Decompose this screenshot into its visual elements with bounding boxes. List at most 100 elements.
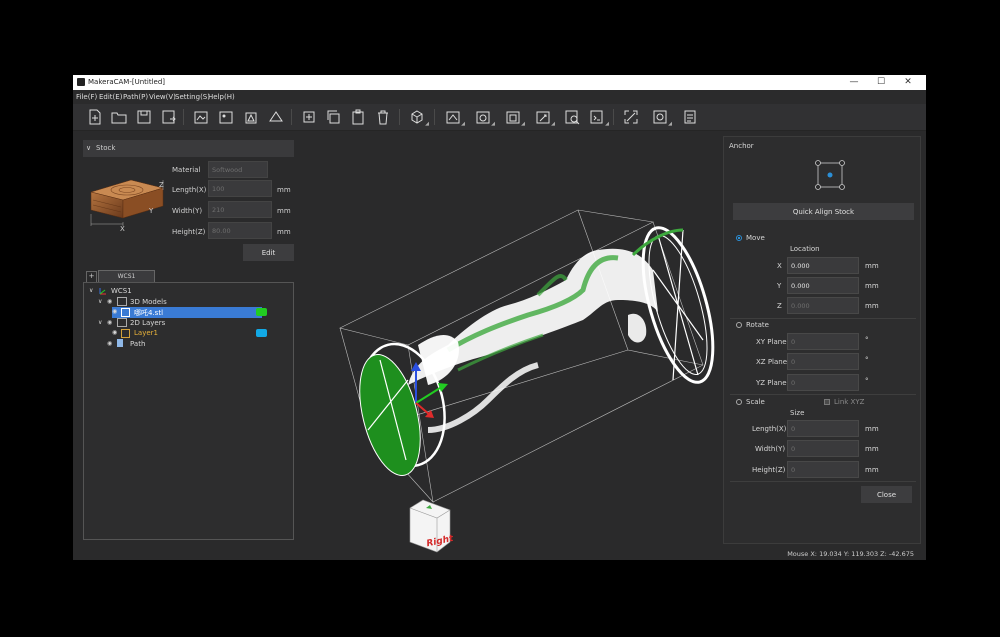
anchor-selector-icon[interactable] (814, 159, 846, 191)
tree-item-label: 3D Models (130, 298, 167, 306)
toolbar-separator (613, 109, 614, 125)
menu-setting[interactable]: Setting(S) (175, 93, 210, 101)
eye-icon[interactable]: ◉ (107, 319, 112, 326)
maximize-button[interactable]: ☐ (870, 76, 892, 89)
paste-icon[interactable] (350, 109, 366, 125)
open-folder-icon[interactable] (111, 109, 127, 125)
rotate-radio[interactable] (736, 322, 742, 328)
save-as-icon[interactable] (161, 109, 177, 125)
close-button[interactable]: Close (861, 486, 912, 503)
transform-icon[interactable]: ◢ (409, 109, 429, 127)
menu-edit[interactable]: Edit(E) (99, 93, 122, 101)
menu-view[interactable]: View(V) (149, 93, 176, 101)
x-field[interactable]: 0.000 (787, 257, 859, 274)
tree-item-model-file[interactable]: ◉ 哪吒4.stl (112, 307, 262, 318)
menu-file[interactable]: File(F) (76, 93, 97, 101)
close-window-button[interactable]: ✕ (897, 76, 919, 89)
stock-axis-y: Y (149, 207, 154, 215)
xy-deg: ° (865, 336, 869, 344)
window-title: MakeraCAM-[Untitled] (88, 78, 165, 86)
tree-item-label: 2D Layers (130, 319, 166, 327)
length-unit: mm (277, 186, 291, 194)
move-radio[interactable] (736, 235, 742, 241)
toolbar: ◢ ◢ ◢ ◢ ◢ ◢ ◢ (73, 104, 926, 131)
copy-icon[interactable] (325, 109, 341, 125)
tree-item-layer1[interactable]: ◉ Layer1 (112, 328, 262, 339)
path-3d-icon[interactable]: ◢ (475, 109, 495, 127)
xz-plane-field[interactable]: 0 (787, 353, 859, 370)
stock-panel-header[interactable]: ∨ Stock (83, 140, 294, 157)
fit-view-icon[interactable] (623, 109, 639, 125)
toolbar-separator (434, 109, 435, 125)
layer-icon (121, 329, 130, 338)
scale-length-unit: mm (865, 425, 879, 433)
minimize-button[interactable]: — (843, 76, 865, 89)
delete-icon[interactable] (375, 109, 391, 125)
tree-item-label: WCS1 (111, 287, 132, 295)
scale-radio[interactable] (736, 399, 742, 405)
menu-path[interactable]: Path(P) (123, 93, 148, 101)
app-logo-icon (77, 78, 85, 86)
path-2d-icon[interactable]: ◢ (445, 109, 465, 127)
menu-bar: File(F) Edit(E) Path(P) View(V) Setting(… (73, 90, 926, 104)
scale-length-field[interactable]: 0 (787, 420, 859, 437)
scale-width-field[interactable]: 0 (787, 440, 859, 457)
height-label: Height(Z) (172, 228, 206, 236)
menu-help[interactable]: Help(H) (208, 93, 235, 101)
material-field[interactable]: Softwood (208, 161, 268, 178)
edit-stock-button[interactable]: Edit (243, 244, 294, 261)
3d-viewport[interactable]: Right (298, 130, 722, 560)
height-field[interactable]: 80.00 (208, 222, 272, 239)
xz-plane-label: XZ Plane (756, 358, 788, 366)
tree-item-label: 哪吒4.stl (134, 309, 164, 317)
tree-item-path[interactable]: ◉ Path (107, 339, 257, 350)
chevron-down-icon: ∨ (86, 144, 92, 152)
settings-icon[interactable]: ◢ (652, 109, 672, 127)
eye-icon[interactable]: ◉ (112, 308, 117, 315)
eye-icon[interactable]: ◉ (107, 298, 112, 305)
x-unit: mm (865, 262, 879, 270)
scale-length-label: Length(X) (752, 425, 787, 433)
layer-color-swatch[interactable] (256, 329, 267, 337)
mesh-icon (121, 308, 130, 317)
eye-icon[interactable]: ◉ (112, 329, 117, 336)
path-4axis-icon[interactable]: ◢ (505, 109, 525, 127)
path-drill-icon[interactable]: ◢ (535, 109, 555, 127)
title-bar: MakeraCAM-[Untitled] — ☐ ✕ (73, 75, 926, 90)
chevron-down-icon: ∨ (98, 319, 103, 326)
stock-axis-z: Z (159, 181, 164, 189)
add-icon[interactable] (301, 109, 317, 125)
link-xyz-checkbox[interactable] (824, 399, 830, 405)
eye-icon[interactable]: ◉ (107, 340, 112, 347)
report-icon[interactable] (682, 109, 698, 125)
model-color-swatch[interactable] (256, 308, 267, 316)
gcode-icon[interactable]: ◢ (589, 109, 609, 127)
yz-plane-field[interactable]: 0 (787, 374, 859, 391)
chevron-down-icon: ∨ (89, 287, 94, 294)
rotate-label: Rotate (746, 321, 769, 329)
import-stl-icon[interactable] (268, 109, 284, 125)
new-file-icon[interactable] (87, 109, 103, 125)
width-label: Width(Y) (172, 207, 203, 215)
width-field[interactable]: 210 (208, 201, 272, 218)
z-label: Z (777, 302, 782, 310)
import-3d-icon[interactable] (243, 109, 259, 125)
import-2d-icon[interactable] (193, 109, 209, 125)
tab-wcs1[interactable]: WCS1 (98, 270, 155, 282)
tree-item-label: Path (130, 340, 146, 348)
save-icon[interactable] (136, 109, 152, 125)
y-field[interactable]: 0.000 (787, 277, 859, 294)
toolbar-separator (291, 109, 292, 125)
scale-height-field[interactable]: 0 (787, 461, 859, 478)
material-label: Material (172, 166, 201, 174)
length-label: Length(X) (172, 186, 207, 194)
simulate-icon[interactable] (564, 109, 580, 125)
quick-align-stock-button[interactable]: Quick Align Stock (733, 203, 914, 220)
view-cube[interactable]: Right (409, 499, 455, 553)
scale-height-unit: mm (865, 466, 879, 474)
import-image-icon[interactable] (218, 109, 234, 125)
z-field[interactable]: 0.000 (787, 297, 859, 314)
xy-plane-field[interactable]: 0 (787, 333, 859, 350)
scale-width-label: Width(Y) (755, 445, 786, 453)
length-field[interactable]: 100 (208, 180, 272, 197)
